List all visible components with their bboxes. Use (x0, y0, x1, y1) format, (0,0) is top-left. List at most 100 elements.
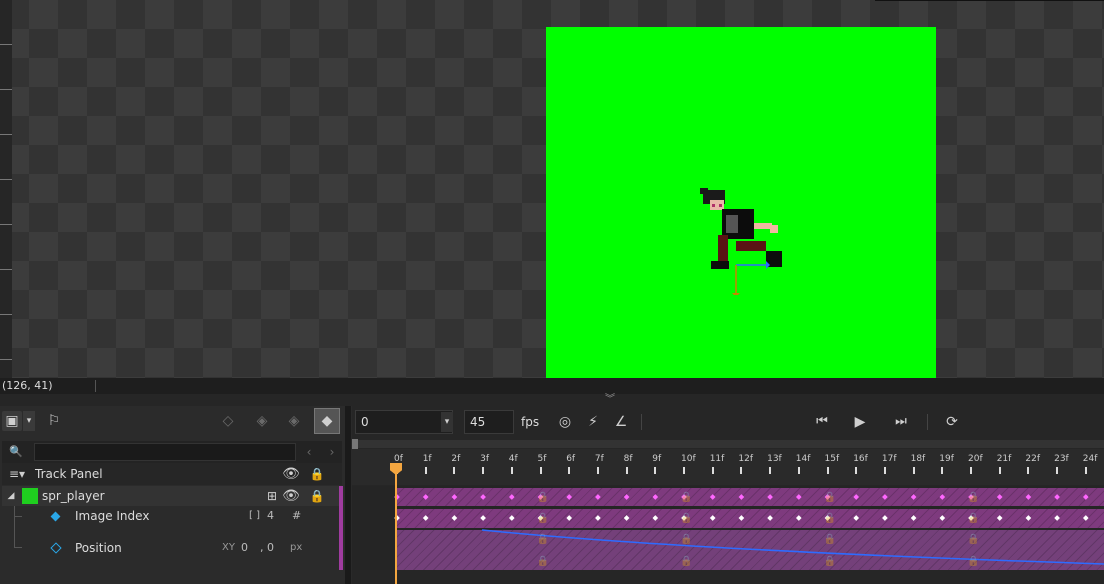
sort-icon[interactable]: ≡▾ (6, 464, 28, 484)
frame-input[interactable]: 0 (355, 410, 453, 434)
keyframe-marker (795, 494, 802, 500)
image-index-value[interactable]: 4 (267, 506, 274, 526)
position-y-value[interactable]: 0 (267, 538, 274, 558)
frame-dropdown-icon[interactable]: ▾ (441, 412, 453, 432)
frame-tick (797, 467, 800, 474)
keyframe-marker (1082, 515, 1089, 521)
divider (875, 0, 1104, 1)
lock-icon: 🔒 (967, 512, 979, 524)
keyframe-marker (595, 515, 601, 521)
lock-icon[interactable]: 🔒 (308, 486, 326, 506)
keyframe-marker (738, 494, 745, 500)
position-xy-label: XY (222, 542, 235, 553)
frame-label: 7f (594, 454, 604, 464)
visibility-eye-icon[interactable]: 👁 (282, 464, 300, 484)
timeline-scroll-thumb[interactable] (352, 439, 358, 449)
position-unit: px (290, 542, 303, 553)
fps-input[interactable]: 45 (464, 410, 514, 434)
lock-icon: 🔒 (680, 512, 692, 524)
frame-tick (568, 467, 571, 474)
frame-tick (510, 467, 513, 474)
keyframe-marker (939, 494, 946, 500)
lock-icon: 🔒 (824, 512, 836, 524)
canvas-viewport[interactable] (0, 0, 1104, 378)
playhead[interactable] (395, 463, 397, 584)
frame-tick (596, 467, 599, 474)
lightning-icon[interactable]: ⚡ (584, 412, 602, 432)
keyframe-marker (422, 515, 429, 521)
divider (641, 414, 642, 430)
frame-label: 17f (881, 454, 897, 464)
lock-icon: 🔒 (537, 491, 549, 503)
vertical-ruler (0, 0, 12, 378)
frame-tick (1056, 467, 1059, 474)
player-sprite[interactable] (696, 185, 796, 295)
lock-icon: 🔒 (537, 512, 549, 524)
keyframe-marker (996, 515, 1003, 521)
frame-tick (654, 467, 657, 474)
keyframe-marker (1025, 515, 1032, 521)
room-stage[interactable] (546, 27, 936, 378)
lock-icon: 🔒 (967, 491, 979, 503)
search-prev-icon[interactable]: ‹ (302, 443, 316, 461)
keyframe-marker (795, 515, 802, 521)
lock-icon[interactable]: 🔒 (308, 464, 326, 484)
dropdown-icon[interactable]: ▾ (23, 411, 35, 431)
key-prev-icon[interactable]: ◇ (216, 411, 240, 431)
frame-label: 1f (422, 454, 432, 464)
keyframe-marker (910, 515, 917, 521)
keyframe-marker (652, 494, 659, 500)
track-color-bar (339, 486, 343, 570)
expand-triangle-icon[interactable]: ◢ (6, 486, 16, 506)
frame-label: 8f (623, 454, 633, 464)
lock-icon: 🔒 (967, 533, 979, 545)
frame-tick (683, 467, 685, 474)
tree-line (14, 506, 15, 548)
collapse-chevron-icon[interactable]: ︾ (605, 394, 615, 406)
frame-label: 20f (968, 454, 983, 464)
keyframe-marker (480, 494, 486, 500)
keyframe-marker (566, 494, 573, 500)
key-add-icon[interactable]: ◈ (282, 411, 306, 431)
lock-icon: 🔒 (824, 491, 836, 503)
loop-icon[interactable]: ⟳ (942, 412, 962, 432)
keyframe-marker (1082, 494, 1089, 500)
keyframe-marker (652, 515, 659, 521)
tree-line (14, 547, 22, 548)
frame-tick (970, 467, 972, 474)
search-next-icon[interactable]: › (325, 443, 339, 461)
panel-divider[interactable] (345, 406, 351, 584)
keyframe-canvas[interactable]: 🔒 🔒 🔒 🔒 🔒 🔒 🔒 🔒 🔒 🔒 🔒 🔒 🔒 🔒 🔒 🔒 (352, 486, 1104, 570)
skip-forward-icon[interactable]: ⏭ (891, 412, 911, 432)
frame-tick (855, 467, 858, 474)
keyframe-marker (508, 494, 515, 500)
add-track-icon[interactable]: ⊞ (264, 486, 280, 506)
frame-label: 18f (910, 454, 926, 464)
panel-splitter[interactable]: ︾ (0, 394, 1104, 406)
search-input[interactable] (34, 443, 296, 461)
keyframe-marker (709, 494, 716, 500)
frame-tick (482, 467, 485, 474)
timeline-scrollbar[interactable] (352, 440, 1104, 448)
frame-tick (539, 467, 542, 474)
lock-icon: 🔒 (537, 533, 549, 545)
cursor-coordinates: (126, 41) (2, 379, 53, 392)
position-x-value[interactable]: 0 (241, 538, 248, 558)
skip-back-icon[interactable]: ⏮ (812, 412, 832, 432)
play-icon[interactable]: ▶ (850, 412, 870, 432)
visibility-eye-icon[interactable]: 👁 (282, 486, 300, 506)
keyframe-marker (1054, 494, 1060, 500)
curve-editor-icon[interactable]: ∠ (611, 412, 631, 432)
keyframe-marker (1054, 515, 1060, 521)
keyframe-marker (939, 515, 946, 521)
frame-label: 16f (853, 454, 868, 464)
flag-icon[interactable]: ⚐ (44, 411, 64, 431)
divider (927, 414, 928, 430)
key-remove-icon[interactable]: ◈ (250, 411, 274, 431)
keyframe-marker (566, 515, 573, 521)
frame-ruler[interactable]: 0f 1f 2f 3f 4f 5f 6f 7f 8f 9f 10f 11f 12f 13f 14f 15f 16… (352, 449, 1104, 485)
frame-label: 13f (767, 454, 782, 464)
onion-skin-icon[interactable]: ◎ (556, 412, 574, 432)
display-icon[interactable]: ▣ (2, 411, 22, 431)
key-auto-icon[interactable]: ◆ (314, 408, 340, 434)
